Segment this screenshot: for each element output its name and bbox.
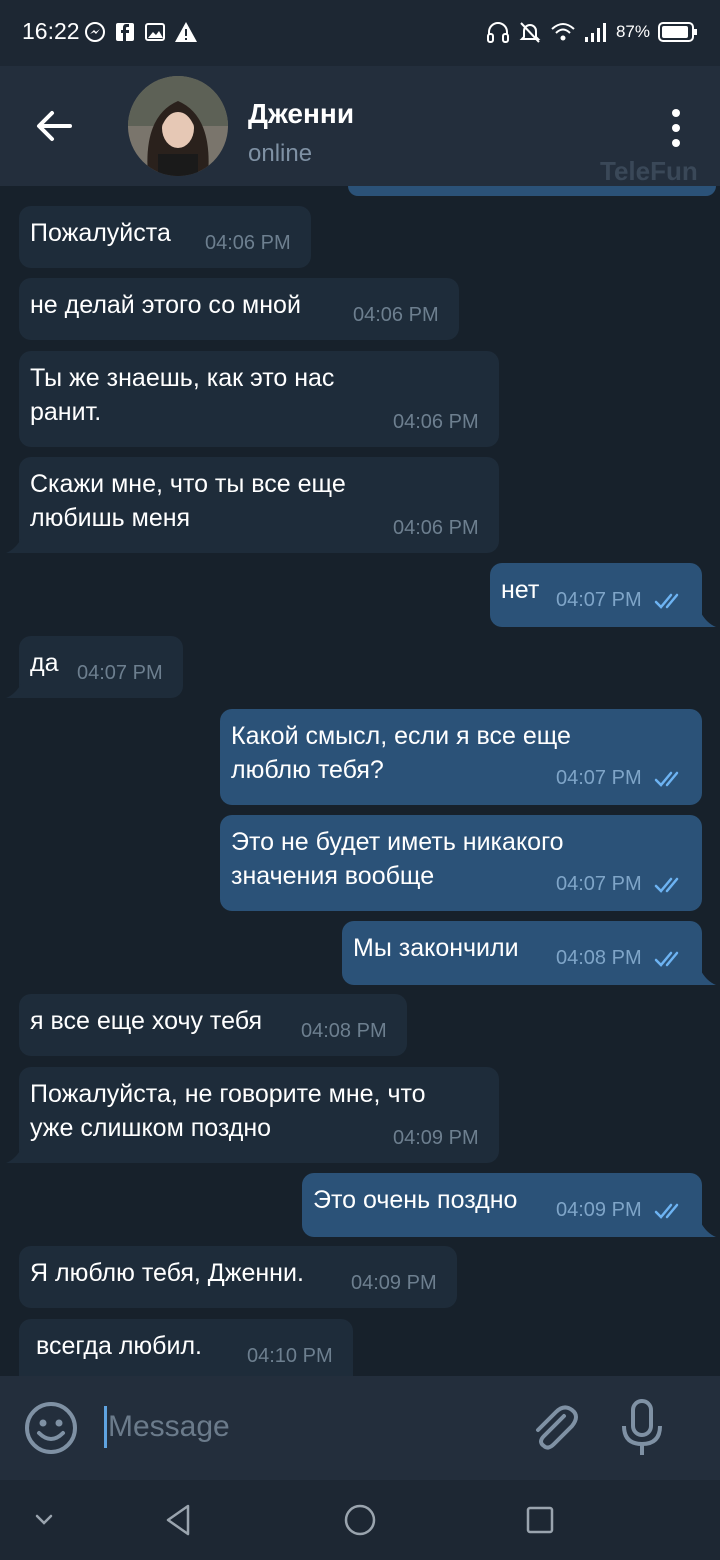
message-incoming[interactable]: я все еще хочу тебя 04:08 PM xyxy=(19,994,407,1056)
message-text: Ты же знаешь, как это нас ранит. xyxy=(30,364,335,426)
message-outgoing[interactable]: Мы закончили 04:08 PM xyxy=(342,921,702,985)
message-time: 04:09 PM xyxy=(351,1272,437,1294)
double-check-icon xyxy=(654,771,679,787)
emoji-icon[interactable] xyxy=(24,1401,78,1455)
battery-percent: 87% xyxy=(615,22,650,41)
partial-message-bubble xyxy=(348,186,716,196)
message-time: 04:07 PM xyxy=(556,767,642,789)
message-text: Пожалуйста xyxy=(30,219,171,247)
system-nav-bar xyxy=(0,1480,720,1560)
status-time: 16:22 xyxy=(22,18,80,44)
message-incoming[interactable]: Я люблю тебя, Дженни. 04:09 PM xyxy=(19,1246,457,1308)
message-time: 04:09 PM xyxy=(393,1127,479,1149)
bubble-tail xyxy=(700,611,716,627)
messenger-icon xyxy=(85,22,105,42)
contact-name[interactable]: Дженни xyxy=(248,98,354,130)
message-time: 04:07 PM xyxy=(556,589,642,611)
nav-recents-icon[interactable] xyxy=(520,1500,560,1540)
message-outgoing[interactable]: Это очень поздно 04:09 PM xyxy=(302,1173,702,1237)
double-check-icon xyxy=(654,951,679,967)
signal-icon xyxy=(584,23,606,42)
message-incoming[interactable]: Ты же знаешь, как это нас ранит. 04:06 P… xyxy=(19,351,499,447)
message-time: 04:08 PM xyxy=(301,1020,387,1042)
gallery-icon xyxy=(145,23,165,41)
nav-home-icon[interactable] xyxy=(340,1500,380,1540)
message-time: 04:06 PM xyxy=(205,232,291,254)
message-incoming[interactable]: всегда любил. 04:10 PM xyxy=(19,1319,353,1376)
bubble-tail xyxy=(6,537,22,553)
message-text: всегда любил. xyxy=(36,1332,202,1360)
message-text: Какой смысл, если я все еще люблю тебя? xyxy=(231,722,571,784)
chat-header: Дженни online TeleFun xyxy=(0,66,720,186)
message-list[interactable]: Пожалуйста 04:06 PM не делай этого со мн… xyxy=(0,186,720,1376)
more-vertical-icon[interactable] xyxy=(664,106,688,150)
message-incoming[interactable]: не делай этого со мной 04:06 PM xyxy=(19,278,459,340)
bubble-tail xyxy=(6,1147,22,1163)
system-icons: 87% xyxy=(486,20,698,44)
message-incoming[interactable]: да 04:07 PM xyxy=(19,636,183,698)
mute-bell-icon xyxy=(519,22,541,43)
notification-icons xyxy=(84,21,198,43)
message-time: 04:08 PM xyxy=(556,947,642,969)
message-time: 04:07 PM xyxy=(556,873,642,895)
battery-icon xyxy=(658,22,697,42)
message-text: Я люблю тебя, Дженни. xyxy=(30,1259,304,1287)
message-incoming[interactable]: Скажи мне, что ты все еще любишь меня 04… xyxy=(19,457,499,553)
contact-status: online xyxy=(248,140,313,167)
message-text: Пожалуйста, не говорите мне, что уже сли… xyxy=(30,1080,426,1142)
bubble-tail xyxy=(6,682,22,698)
wifi-icon xyxy=(551,23,575,41)
attach-icon[interactable] xyxy=(526,1400,582,1456)
message-time: 04:06 PM xyxy=(393,517,479,539)
message-text: я все еще хочу тебя xyxy=(30,1007,263,1035)
status-bar: 16:22 87% xyxy=(0,0,720,66)
message-outgoing[interactable]: Какой смысл, если я все еще люблю тебя? … xyxy=(220,709,702,805)
message-composer: Message xyxy=(0,1376,720,1480)
message-text: не делай этого со мной xyxy=(30,291,301,319)
message-text: Мы закончили xyxy=(353,934,519,962)
message-text: Это не будет иметь никакого значения воо… xyxy=(231,828,564,890)
double-check-icon xyxy=(654,593,679,609)
message-time: 04:09 PM xyxy=(556,1199,642,1221)
message-input[interactable]: Message xyxy=(108,1410,230,1444)
message-incoming[interactable]: Пожалуйста, не говорите мне, что уже сли… xyxy=(19,1067,499,1163)
message-text: нет xyxy=(501,576,540,604)
nav-back-icon[interactable] xyxy=(158,1500,198,1540)
back-arrow-icon[interactable] xyxy=(34,106,74,146)
message-time: 04:10 PM xyxy=(247,1345,333,1367)
message-outgoing[interactable]: нет 04:07 PM xyxy=(490,563,702,627)
message-time: 04:07 PM xyxy=(77,662,163,684)
bubble-tail xyxy=(700,969,716,985)
bubble-tail xyxy=(700,1221,716,1237)
avatar[interactable] xyxy=(128,76,228,176)
chevron-down-icon[interactable] xyxy=(24,1500,64,1540)
message-incoming[interactable]: Пожалуйста 04:06 PM xyxy=(19,206,311,268)
text-cursor xyxy=(104,1406,107,1448)
headphones-icon xyxy=(486,22,509,43)
message-time: 04:06 PM xyxy=(353,304,439,326)
warning-icon xyxy=(175,22,197,42)
message-text: Это очень поздно xyxy=(313,1186,518,1214)
facebook-icon xyxy=(116,23,134,41)
message-text: да xyxy=(30,649,59,677)
double-check-icon xyxy=(654,877,679,893)
message-outgoing[interactable]: Это не будет иметь никакого значения воо… xyxy=(220,815,702,911)
message-time: 04:06 PM xyxy=(393,411,479,433)
microphone-icon[interactable] xyxy=(618,1398,666,1458)
message-text: Скажи мне, что ты все еще любишь меня xyxy=(30,470,346,532)
double-check-icon xyxy=(654,1203,679,1219)
watermark: TeleFun xyxy=(600,156,698,186)
